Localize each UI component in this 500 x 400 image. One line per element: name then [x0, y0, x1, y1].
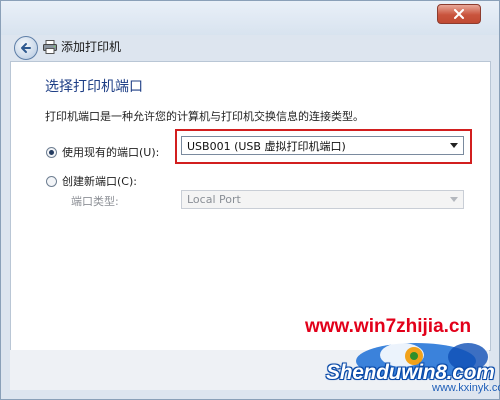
port-type-value: Local Port: [187, 193, 241, 206]
close-button[interactable]: [437, 4, 481, 24]
existing-port-value: USB001 (USB 虚拟打印机端口): [187, 139, 346, 153]
watermark-url: www.win7zhijia.cn: [305, 316, 472, 337]
port-type-dropdown: Local Port: [181, 190, 464, 209]
back-button[interactable]: [14, 36, 38, 60]
new-port-radio[interactable]: [46, 175, 57, 187]
port-type-label: 端口类型:: [71, 195, 119, 208]
page-heading: 选择打印机端口: [45, 79, 143, 95]
back-arrow-icon: [21, 43, 31, 53]
chevron-down-icon: [450, 197, 458, 202]
wizard-title: 添加打印机: [61, 40, 122, 54]
page-description: 打印机端口是一种允许您的计算机与打印机交换信息的连接类型。: [45, 110, 364, 123]
existing-port-option[interactable]: 使用现有的端口(U):: [46, 144, 159, 160]
close-icon: [454, 9, 464, 19]
existing-port-dropdown[interactable]: USB001 (USB 虚拟打印机端口): [181, 136, 464, 155]
new-port-label: 创建新端口(C):: [62, 175, 137, 188]
printer-icon: [43, 40, 57, 54]
existing-port-label: 使用现有的端口(U):: [62, 146, 160, 159]
existing-port-radio[interactable]: [46, 146, 57, 158]
new-port-option[interactable]: 创建新端口(C):: [46, 173, 137, 189]
chevron-down-icon: [450, 143, 458, 148]
window-title-bar: [1, 1, 499, 35]
watermark-url-secondary: www.kxinyk.com: [432, 382, 500, 394]
